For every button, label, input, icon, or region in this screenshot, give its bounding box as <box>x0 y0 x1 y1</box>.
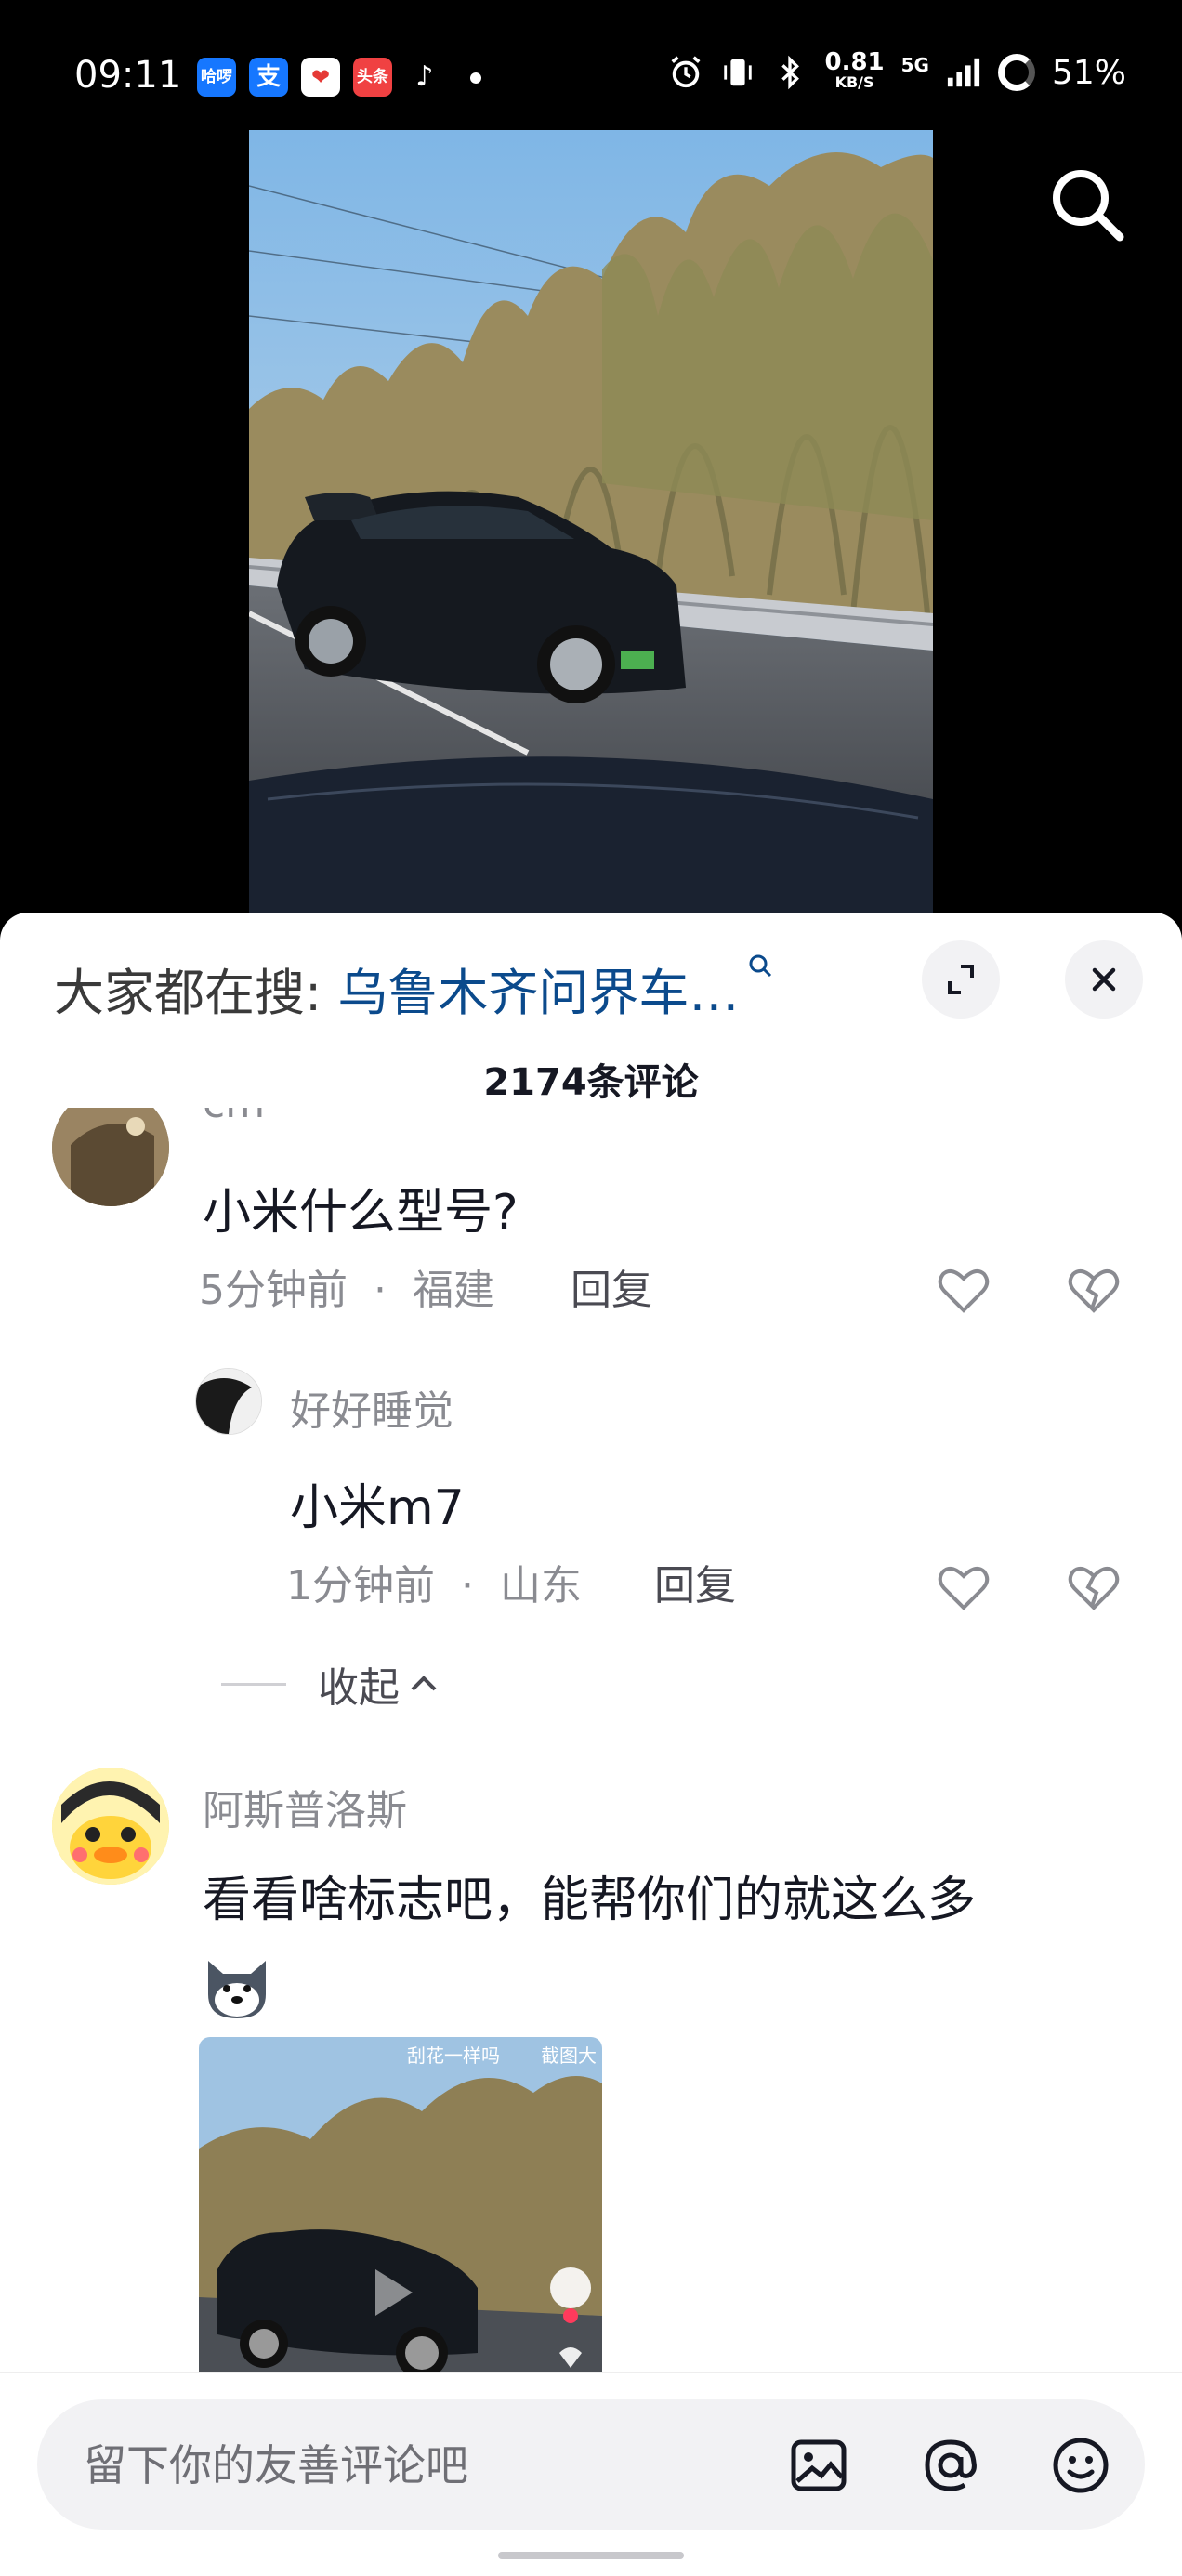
status-icons: 0.81 KB/S 5G 51% <box>668 48 1126 93</box>
comment-meta: 5分钟前 · 福建 <box>199 1256 494 1316</box>
search-icon[interactable] <box>1045 163 1129 246</box>
hot-search-icon <box>749 954 772 978</box>
status-bar: 09:11 哈啰 支 ❤ 头条 ♪ 0.81 KB/S 5G 51% <box>0 0 1182 130</box>
comment-time: 5分钟前 <box>199 1267 348 1314</box>
emoji-smile-icon[interactable] <box>1050 2435 1111 2496</box>
network-speed-value: 0.81 <box>824 48 885 76</box>
thumb-label-right: 截图大 <box>541 2044 597 2067</box>
like-heart-icon[interactable] <box>935 1559 992 1617</box>
comment-count: 2174条评论 <box>483 1061 699 1104</box>
expand-button[interactable] <box>922 940 1000 1019</box>
reply-author[interactable]: 好好睡觉 <box>290 1377 453 1437</box>
dislike-broken-heart-icon[interactable] <box>1065 1262 1123 1320</box>
hot-search-prefix: 大家都在搜: <box>54 964 338 1022</box>
comment-image[interactable]: 刮花一样吗 截图大 <box>199 2037 602 2372</box>
dislike-broken-heart-icon[interactable] <box>1065 1559 1123 1617</box>
video-frame <box>249 130 933 913</box>
close-button[interactable] <box>1065 940 1143 1019</box>
comment-author[interactable]: cm <box>203 1108 265 1127</box>
battery-level: 51% <box>1051 53 1126 92</box>
comment-text: 小米什么型号? <box>203 1185 519 1241</box>
network-type: 5G <box>900 54 929 76</box>
reply-location: 山东 <box>500 1562 582 1610</box>
expand-icon <box>948 965 974 994</box>
hot-search-bar[interactable]: 大家都在搜: 乌鲁木齐问界车… <box>54 952 774 1025</box>
app-icon-douyin: ♪ <box>405 58 444 97</box>
reply-text: 小米m7 <box>290 1480 465 1536</box>
app-icon-xiaohongshu-like: ❤ <box>301 58 340 97</box>
avatar[interactable] <box>195 1368 262 1435</box>
husky-emoji-icon <box>208 1961 266 2018</box>
comment-input-bar <box>0 2372 1182 2576</box>
meta-separator: · <box>374 1267 387 1314</box>
close-icon <box>1092 967 1116 992</box>
mention-at-icon[interactable] <box>920 2435 981 2496</box>
collapse-label: 收起 <box>318 1664 400 1712</box>
home-indicator <box>498 2552 684 2559</box>
avatar-dog-image <box>52 1108 169 1206</box>
hot-search-term[interactable]: 乌鲁木齐问界车… <box>337 964 739 1022</box>
comment-location: 福建 <box>413 1267 494 1314</box>
battery-icon <box>997 54 1035 91</box>
comment-image-thumbnail <box>199 2037 602 2372</box>
video-player[interactable] <box>249 130 933 913</box>
collapse-replies-button[interactable]: 收起 <box>221 1654 442 1714</box>
avatar[interactable] <box>52 1768 169 1885</box>
reply-button[interactable]: 回复 <box>654 1552 736 1611</box>
avatar-cartoon-duck-image <box>52 1768 169 1885</box>
notification-app-icons: 哈啰 支 ❤ 头条 ♪ <box>197 58 444 97</box>
avatar[interactable] <box>52 1108 169 1206</box>
network-speed: 0.81 KB/S <box>824 48 885 93</box>
comment-input-box[interactable] <box>37 2399 1145 2531</box>
bluetooth-icon <box>781 55 800 90</box>
like-heart-icon[interactable] <box>935 1262 992 1320</box>
app-icon-alipay: 支 <box>249 58 288 97</box>
meta-separator: · <box>461 1562 474 1610</box>
reply-button[interactable]: 回复 <box>571 1256 652 1316</box>
alarm-icon <box>672 56 701 88</box>
app-icon-haluo: 哈啰 <box>197 58 236 97</box>
comment-author[interactable]: 阿斯普洛斯 <box>203 1777 407 1836</box>
image-icon[interactable] <box>788 2435 849 2496</box>
comment-input[interactable] <box>82 2399 736 2531</box>
comment-list[interactable]: cm 小米什么型号? 5分钟前 · 福建 回复 好好睡觉 小米m7 1分钟前 ·… <box>0 1108 1182 2372</box>
avatar-sketch-image <box>196 1369 261 1434</box>
more-notifications-dot <box>470 72 481 84</box>
status-time: 09:11 <box>74 54 182 97</box>
reply-meta: 1分钟前 · 山东 <box>286 1552 582 1611</box>
chevron-up-icon <box>411 1676 437 1691</box>
app-icon-toutiao: 头条 <box>353 58 392 97</box>
thumb-label-left: 刮花一样吗 <box>407 2044 500 2067</box>
signal-icon <box>947 58 980 87</box>
reply-time: 1分钟前 <box>286 1562 435 1610</box>
comment-text: 看看啥标志吧，能帮你们的就这么多 <box>203 1873 977 1928</box>
collapse-divider <box>221 1682 286 1686</box>
comment-sheet: 大家都在搜: 乌鲁木齐问界车… 2174条评论 cm 小米什么型号? 5分钟前 … <box>0 913 1182 2576</box>
vibrate-icon <box>724 59 753 86</box>
